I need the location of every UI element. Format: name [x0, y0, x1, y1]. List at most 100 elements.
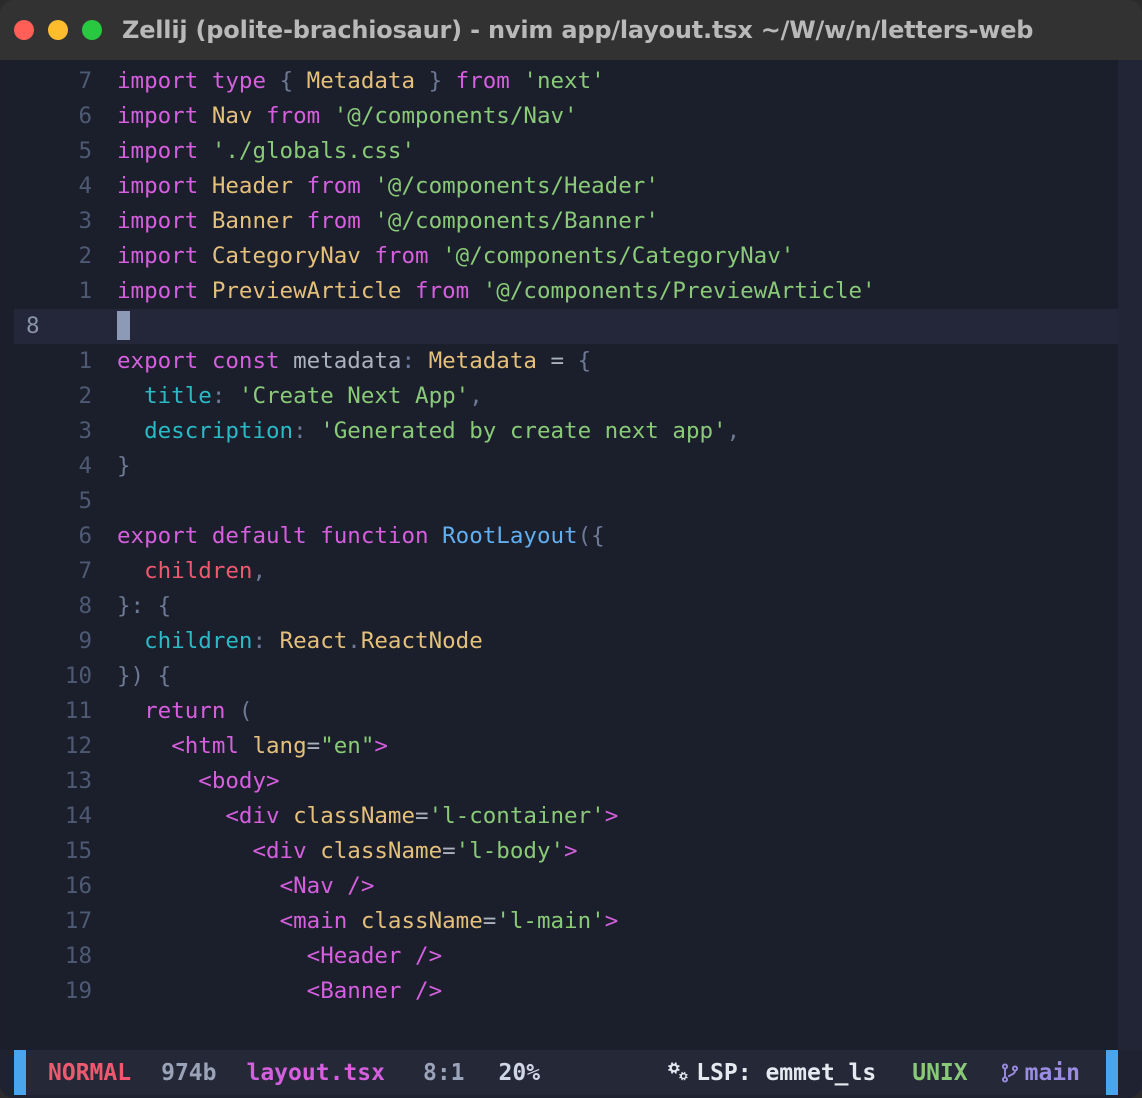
code-line[interactable]: 11 return ( [14, 694, 1118, 729]
code-token: metadata [293, 348, 402, 374]
code-line[interactable]: 7 children, [14, 554, 1118, 589]
pane-right-border [1118, 60, 1142, 1050]
code-token: function [320, 523, 429, 549]
line-number: 10 [64, 663, 92, 689]
code-text: <Header /> [92, 939, 442, 974]
code-token: children [144, 628, 253, 654]
code-token: } [428, 68, 443, 94]
code-line[interactable]: 10}) { [14, 659, 1118, 694]
statusline-left-accent [14, 1050, 26, 1095]
code-text: import type { Metadata } from 'next' [92, 64, 605, 99]
code-line[interactable]: 12 <html lang="en"> [14, 729, 1118, 764]
code-line[interactable]: 3 import Banner from '@/components/Banner… [14, 204, 1118, 239]
code-text: import Header from '@/components/Header' [92, 169, 659, 204]
code-token: { [279, 68, 294, 94]
code-line[interactable]: 2 title: 'Create Next App', [14, 379, 1118, 414]
code-token: { [157, 663, 172, 689]
statusline-mode: NORMAL [48, 1059, 132, 1086]
code-token: PreviewArticle [211, 278, 402, 304]
code-token: ( [238, 698, 253, 724]
code-token: , [469, 383, 483, 409]
code-line[interactable]: 4} [14, 449, 1118, 484]
code-token: '@/components/PreviewArticle' [482, 278, 876, 304]
code-line[interactable]: 8 [14, 309, 1118, 344]
line-number: 1 [78, 278, 92, 304]
code-token: = [415, 803, 429, 829]
code-text: children: React.ReactNode [92, 624, 483, 659]
code-line[interactable]: 4 import Header from '@/components/Header… [14, 169, 1118, 204]
code-line[interactable]: 15 <div className='l-body'> [14, 834, 1118, 869]
code-line[interactable]: 18 <Header /> [14, 939, 1118, 974]
code-text: }) { [92, 659, 171, 694]
code-token: import [117, 278, 199, 304]
code-token: from [266, 103, 321, 129]
code-token: > [564, 838, 578, 864]
code-line[interactable]: 19 <Banner /> [14, 974, 1118, 1009]
code-line[interactable]: 13 <body> [14, 764, 1118, 799]
line-number: 5 [78, 138, 92, 164]
code-token: '@/components/Banner' [374, 208, 659, 234]
code-line[interactable]: 9 children: React.ReactNode [14, 624, 1118, 659]
code-line[interactable]: 3 description: 'Generated by create next… [14, 414, 1118, 449]
code-token: React [279, 628, 348, 654]
code-line[interactable]: 2 import CategoryNav from '@/components/C… [14, 239, 1118, 274]
code-line[interactable]: 7 import type { Metadata } from 'next' [14, 64, 1118, 99]
code-token: 'l-container' [428, 803, 605, 829]
code-buffer[interactable]: 7 import type { Metadata } from 'next' 6 im… [14, 60, 1118, 1050]
pane-left-border [0, 60, 14, 1050]
code-token: <div [252, 838, 307, 864]
code-token: export [117, 523, 199, 549]
code-text: <body> [92, 764, 279, 799]
code-text: } [92, 449, 131, 484]
code-line[interactable]: 5 import './globals.css' [14, 134, 1118, 169]
code-text: }: { [92, 589, 171, 624]
code-line[interactable]: 17 <main className='l-main'> [14, 904, 1118, 939]
code-line[interactable]: 1 import PreviewArticle from '@/component… [14, 274, 1118, 309]
statusline-lsp: LSP: emmet_ls [668, 1060, 876, 1086]
maximize-button[interactable] [82, 20, 102, 40]
code-line[interactable]: 16 <Nav /> [14, 869, 1118, 904]
code-token: { [577, 348, 592, 374]
minimize-button[interactable] [48, 20, 68, 40]
code-text: <div className='l-container'> [92, 799, 618, 834]
code-line[interactable]: 8}: { [14, 589, 1118, 624]
code-line[interactable]: 14 <div className='l-container'> [14, 799, 1118, 834]
code-token: Metadata [306, 68, 416, 94]
code-text: children, [92, 554, 266, 589]
code-token: : [211, 383, 226, 409]
text-cursor [117, 311, 130, 340]
close-button[interactable] [14, 20, 34, 40]
nvim-pane[interactable]: 7 import type { Metadata } from 'next' 6 im… [0, 60, 1142, 1050]
code-token: = [482, 908, 497, 934]
code-text: return ( [92, 694, 252, 729]
code-line[interactable]: 5 [14, 484, 1118, 519]
statusline-filename: layout.tsx [246, 1059, 385, 1086]
code-line[interactable]: 1 export const metadata: Metadata = { [14, 344, 1118, 379]
code-token: > [604, 803, 619, 829]
code-line[interactable]: 6 import Nav from '@/components/Nav' [14, 99, 1118, 134]
code-token: > [374, 733, 388, 759]
code-line[interactable]: 6 export default function RootLayout({ [14, 519, 1118, 554]
statusline-cursor-position: 8:1 [422, 1059, 465, 1086]
line-number: 12 [64, 733, 92, 759]
code-token: ReactNode [360, 628, 483, 654]
code-token: const [211, 348, 280, 374]
code-token: Banner [211, 208, 294, 234]
